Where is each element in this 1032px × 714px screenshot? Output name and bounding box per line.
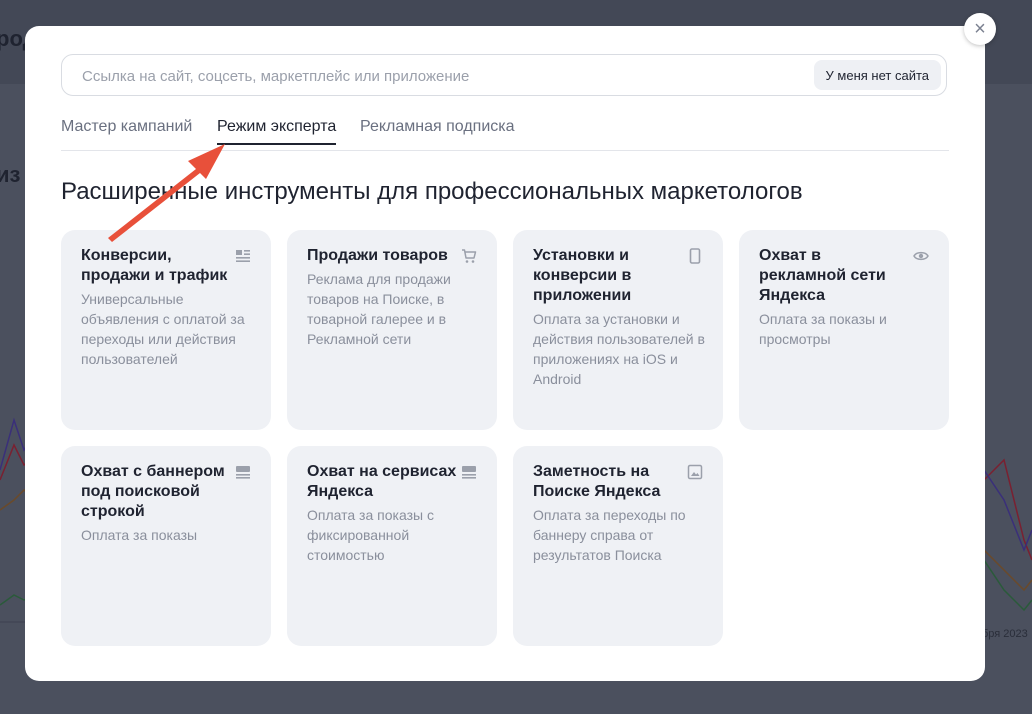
close-icon: ×	[974, 18, 986, 40]
card-description: Оплата за показы с фиксированной стоимос…	[307, 507, 434, 563]
no-site-button[interactable]: У меня нет сайта	[813, 60, 941, 90]
card-conversions-sales-traffic[interactable]: Конверсии, продажи и трафик Универсальны…	[61, 230, 271, 430]
card-title: Охват в рекламной сети Яндекса	[759, 247, 886, 304]
phone-icon	[689, 248, 701, 264]
site-link-input[interactable]	[80, 65, 784, 87]
close-modal-button[interactable]: ×	[964, 13, 996, 45]
card-description: Оплата за показы и просмотры	[759, 311, 887, 347]
background-axis-label: бря 2023	[982, 628, 1028, 640]
card-description: Универсальные объявления с оплатой за пе…	[81, 291, 245, 367]
banner-icon	[462, 466, 476, 479]
banner-icon	[236, 466, 250, 479]
card-banner-under-search[interactable]: Охват с баннером под поисковой строкой О…	[61, 446, 271, 646]
cart-icon	[462, 249, 477, 263]
card-title: Заметность на Поиске Яндекса	[533, 463, 661, 500]
background-subtitle-fragment: из	[0, 162, 21, 187]
card-description: Реклама для продажи товаров на Поиске, в…	[307, 271, 451, 347]
tab-expert-mode[interactable]: Режим эксперта	[217, 118, 337, 145]
campaign-type-modal: У меня нет сайта Мастер кампаний Режим э…	[25, 26, 985, 681]
card-description: Оплата за показы	[81, 527, 198, 543]
tab-ad-subscription[interactable]: Рекламная подписка	[360, 118, 515, 144]
eye-icon	[913, 251, 929, 261]
card-title: Продажи товаров	[307, 247, 448, 264]
text-lines-icon	[236, 250, 250, 262]
card-title: Охват на сервисах Яндекса	[307, 463, 457, 500]
card-description: Оплата за переходы по баннеру справа от …	[533, 507, 686, 563]
mode-tabs: Мастер кампаний Режим эксперта Рекламная…	[61, 116, 949, 151]
card-product-sales[interactable]: Продажи товаров Реклама для продажи това…	[287, 230, 497, 430]
site-link-search-box: У меня нет сайта	[61, 54, 947, 96]
background-chart-fragment-right	[984, 458, 1032, 612]
card-yandex-ad-network-reach[interactable]: Охват в рекламной сети Яндекса Оплата за…	[739, 230, 949, 430]
image-icon	[687, 464, 703, 480]
card-yandex-services-reach[interactable]: Охват на сервисах Яндекса Оплата за пока…	[287, 446, 497, 646]
section-heading: Расширенные инструменты для профессионал…	[61, 178, 803, 205]
card-search-visibility[interactable]: Заметность на Поиске Яндекса Оплата за п…	[513, 446, 723, 646]
card-app-installs[interactable]: Установки и конверсии в приложении Оплат…	[513, 230, 723, 430]
card-title: Конверсии, продажи и трафик	[81, 247, 228, 284]
card-description: Оплата за установки и действия пользоват…	[533, 311, 705, 387]
card-title: Установки и конверсии в приложении	[533, 247, 632, 304]
card-title: Охват с баннером под поисковой строкой	[81, 463, 225, 520]
tab-campaign-master[interactable]: Мастер кампаний	[61, 118, 192, 144]
